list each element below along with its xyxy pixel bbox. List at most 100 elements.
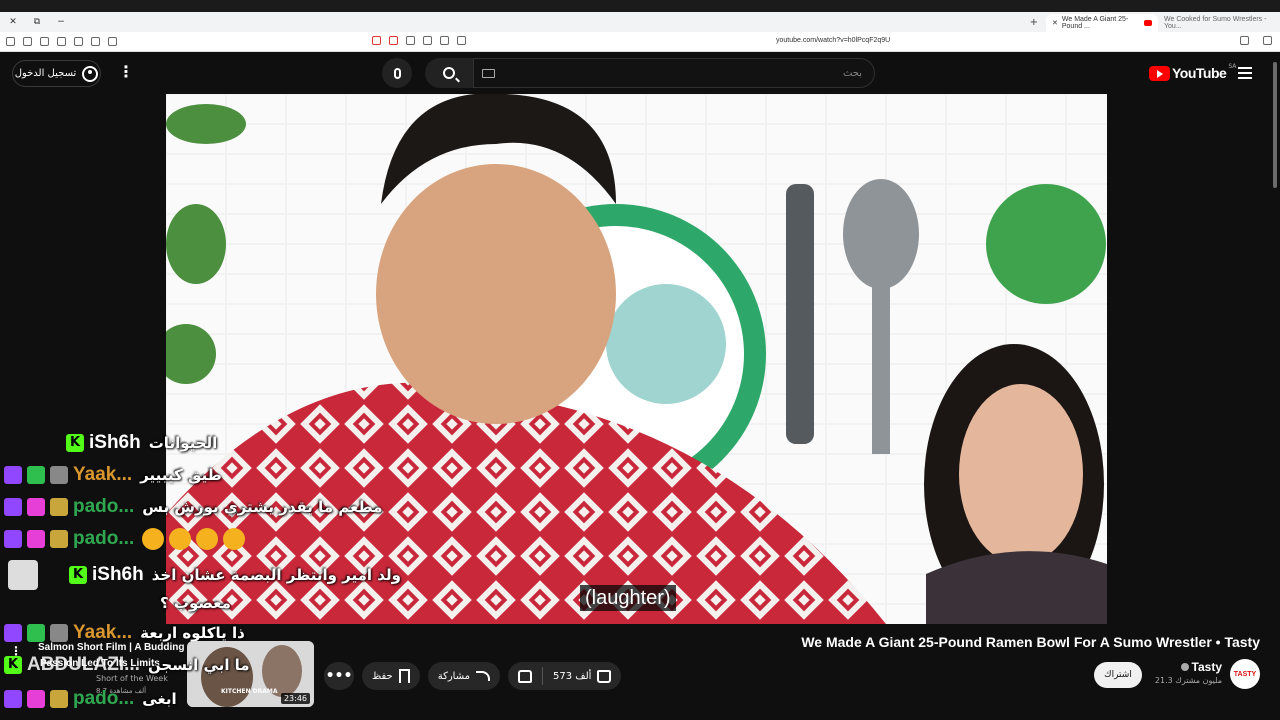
reload-icon[interactable] [1240, 36, 1249, 45]
search-button[interactable] [425, 58, 473, 88]
chat-text: معصوب ؟ [160, 594, 231, 612]
thumbs-down-icon [518, 669, 533, 683]
shield-badge-icon [50, 498, 68, 516]
twitch-badge-icon [4, 466, 22, 484]
voice-search-button[interactable] [382, 58, 412, 88]
diamond-badge-icon [27, 690, 45, 708]
window-frame [0, 0, 1280, 12]
extension-icon[interactable] [40, 37, 49, 46]
chat-text: ابغى [142, 690, 177, 708]
chat-message: pado... [4, 524, 250, 554]
screenshot-icon[interactable] [108, 37, 117, 46]
youtube-play-icon [1149, 65, 1170, 81]
keyboard-icon[interactable] [482, 69, 495, 78]
guide-menu-icon[interactable] [1238, 67, 1252, 79]
sidebar-icon[interactable] [74, 37, 83, 46]
blush-emoji-icon [142, 528, 165, 550]
chat-message: pado... ابغى [4, 684, 177, 714]
chat-text: طيق كيبيير [140, 466, 222, 484]
blush-emoji-icon [169, 528, 192, 550]
twitch-badge-icon [4, 498, 22, 516]
browser-tab-bar: ✕ ⧉ − + ✕ We Made A Giant 25-Pound ... W… [0, 12, 1280, 32]
emoji-row [142, 528, 250, 550]
settings-kebab-icon[interactable]: ⋮ [118, 64, 134, 80]
sub-badge-icon [27, 466, 45, 484]
video-title: We Made A Giant 25-Pound Ramen Bowl For … [801, 634, 1260, 650]
history-icon[interactable] [423, 36, 432, 45]
reader-icon[interactable] [57, 37, 66, 46]
video-subtitle: (laughter) [580, 585, 676, 611]
search-box [473, 58, 875, 88]
account-icon [82, 65, 99, 82]
url-text[interactable]: youtube.com/watch?v=h0lPcqF2q9U [776, 37, 890, 44]
video-frame [166, 94, 1107, 624]
kick-badge-icon: K [69, 566, 87, 584]
twitch-badge-icon [4, 530, 22, 548]
search-page-icon[interactable] [440, 36, 449, 45]
chat-text: ما ابي انسجن [147, 656, 250, 674]
shield-badge-icon [50, 690, 68, 708]
channel-avatar[interactable]: TASTY [1230, 659, 1260, 689]
gift-badge-icon [50, 466, 68, 484]
chat-message: K ABDULAZI... ما ابي انسجن [4, 650, 250, 680]
logo-text: YouTube [1172, 65, 1227, 81]
like-button[interactable]: 573 ألف [543, 662, 621, 690]
chat-message: Yaak... طيق كيبيير [4, 460, 222, 490]
subscribe-button[interactable]: اشتراك [1094, 662, 1142, 688]
pip-icon[interactable] [457, 36, 466, 45]
notification-icon[interactable] [389, 36, 398, 45]
blush-emoji-icon [196, 528, 219, 550]
shield-icon[interactable] [23, 37, 32, 46]
tab-title: We Made A Giant 25-Pound ... [1061, 16, 1129, 30]
share-button[interactable]: مشاركة [427, 662, 501, 690]
chat-message: pado... مطعم ما يقدر يشتري بورش بس [4, 492, 382, 522]
rec-thumb-caption: KITCHEN DRAMA [221, 688, 278, 695]
twitch-badge-icon [4, 690, 22, 708]
verified-icon [1180, 663, 1189, 671]
tab-strip: + ✕ We Made A Giant 25-Pound ... We Cook… [1022, 12, 1280, 32]
country-code: SA [1228, 62, 1237, 70]
chat-username: pado... [73, 688, 135, 709]
scrollbar-thumb[interactable] [1273, 62, 1277, 188]
minimize-window-icon[interactable]: − [56, 17, 66, 27]
save-label: حفظ [372, 670, 393, 682]
diamond-badge-icon [27, 530, 45, 548]
tab-active[interactable]: ✕ We Made A Giant 25-Pound ... [1046, 14, 1158, 32]
youtube-favicon-icon [1144, 20, 1152, 26]
rec-duration: 23:46 [280, 693, 310, 704]
expand-icon[interactable] [1263, 36, 1272, 45]
search-input[interactable] [474, 59, 874, 87]
kick-badge-icon: K [66, 434, 84, 452]
like-dislike-group: 573 ألف [508, 662, 622, 690]
dislike-button[interactable] [508, 662, 542, 690]
menu-icon[interactable] [6, 37, 15, 46]
microphone-icon [393, 67, 401, 79]
new-tab-button[interactable]: + [1022, 17, 1046, 28]
more-icon: ••• [325, 668, 353, 684]
back-icon[interactable] [406, 36, 415, 45]
chat-message: معصوب ؟ [160, 588, 231, 618]
page-scrollbar[interactable] [1270, 52, 1280, 720]
tasty-badge-icon [8, 560, 38, 590]
channel-name[interactable]: Tasty [1192, 660, 1222, 674]
save-button[interactable]: حفظ [362, 662, 420, 690]
video-player[interactable] [166, 94, 1107, 624]
toolbar-icons [0, 37, 117, 46]
tab-inactive[interactable]: We Cooked for Sumo Wrestlers - You... [1158, 14, 1280, 32]
youtube-header: تسجيل الدخول ⋮ YouTube SA [0, 52, 1270, 94]
channel-info[interactable]: Tasty 21.3 مليون مشترك [1150, 660, 1222, 685]
bookmark-icon [398, 669, 410, 683]
subscriber-count: 21.3 مليون مشترك [1154, 676, 1222, 685]
chat-username: ABDULAZI... [27, 654, 140, 675]
search-icon [443, 67, 455, 79]
music-icon[interactable] [91, 37, 100, 46]
more-actions-button[interactable]: ••• [324, 662, 354, 690]
chat-message: K iSh6h ولد امير وانتظر البصمة عشان اخذ [8, 560, 401, 590]
close-window-icon[interactable]: ✕ [8, 17, 18, 27]
youtube-logo[interactable]: YouTube SA [1149, 62, 1237, 81]
chat-username: Yaak... [73, 464, 133, 485]
tab-close-icon[interactable]: ✕ [1052, 19, 1058, 27]
adblock-icon[interactable] [372, 36, 381, 45]
maximize-window-icon[interactable]: ⧉ [32, 17, 42, 27]
sign-in-button[interactable]: تسجيل الدخول [12, 60, 101, 87]
